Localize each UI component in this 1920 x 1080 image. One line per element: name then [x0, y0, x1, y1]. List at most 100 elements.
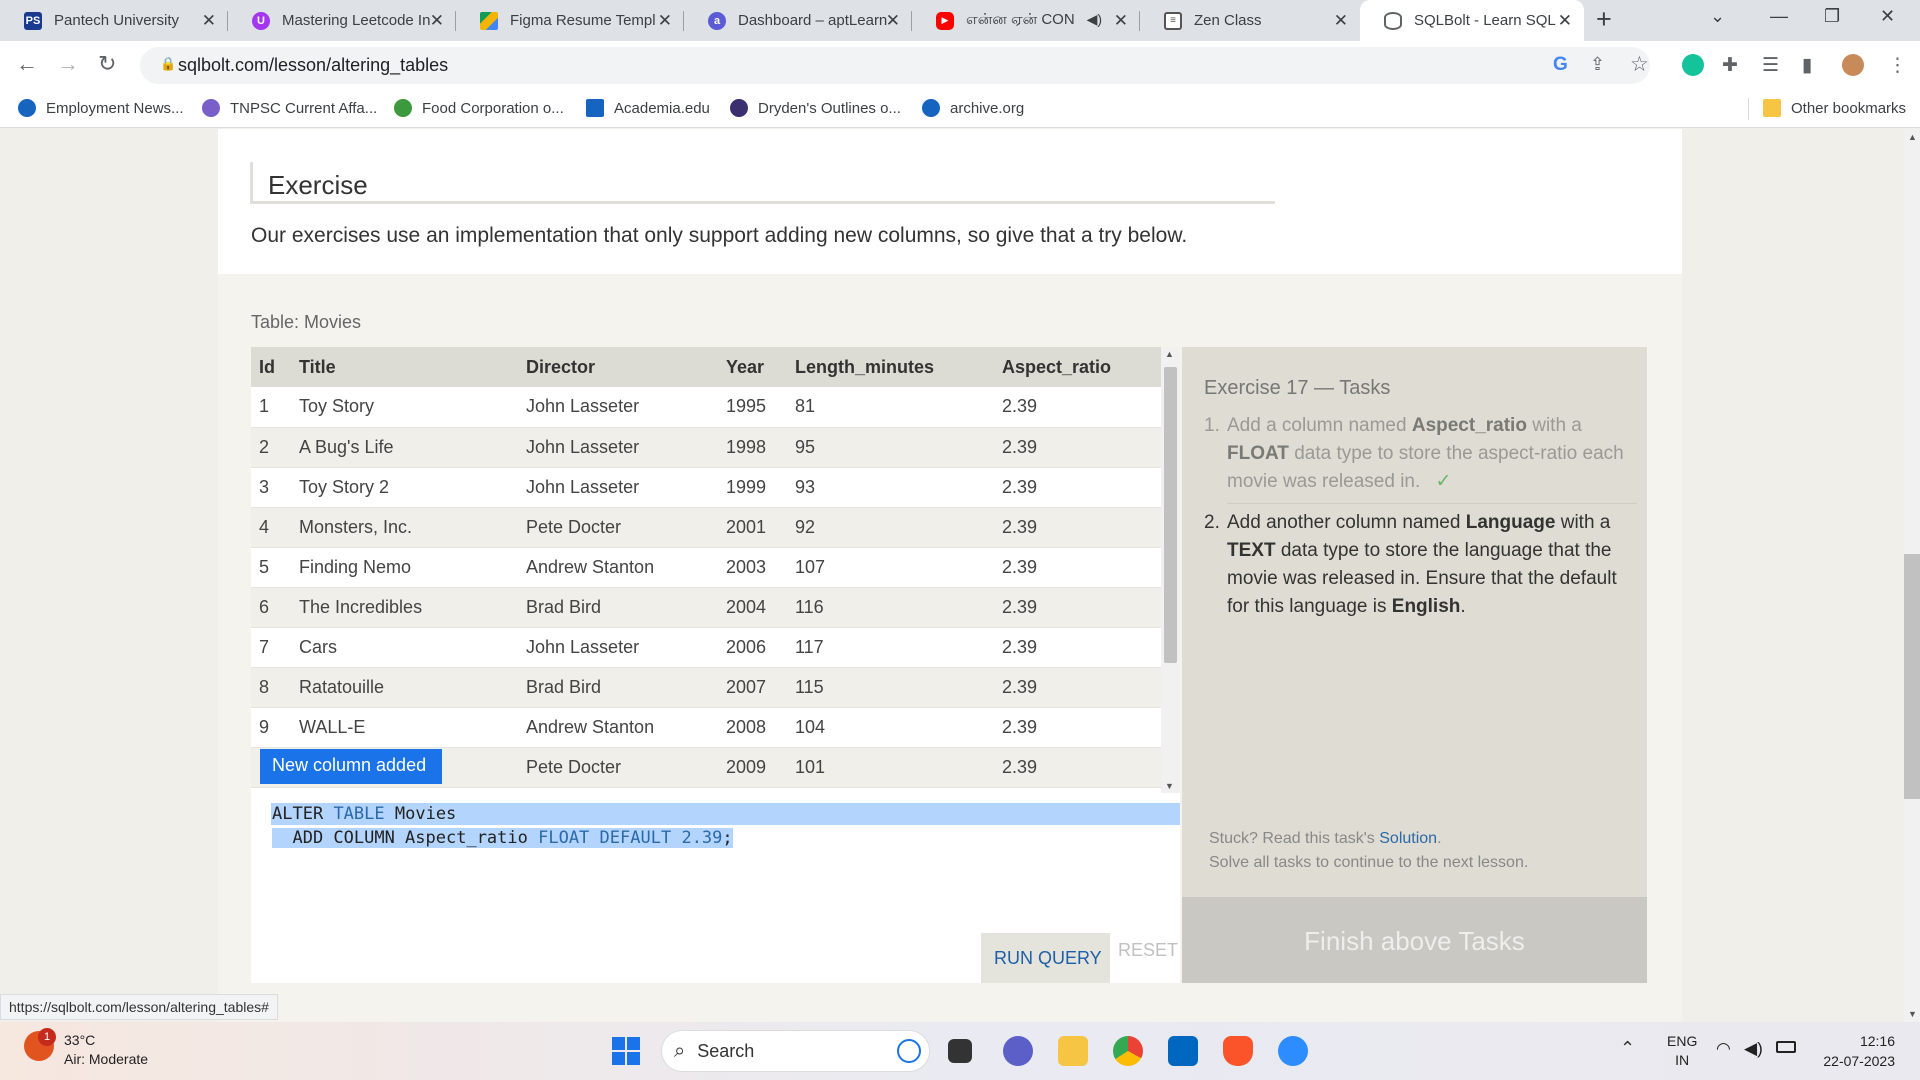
- menu-kebab-icon[interactable]: ⋮: [1888, 54, 1907, 77]
- bookmark-label: Employment News...: [46, 99, 184, 117]
- address-bar[interactable]: 🔒 sqlbolt.com/lesson/altering_tables G ⇪…: [140, 47, 1650, 84]
- teams-chat-icon[interactable]: [1003, 1036, 1033, 1066]
- cell-id: 7: [251, 627, 291, 668]
- cell-aspect-ratio: 2.39: [994, 427, 1161, 468]
- tab-zen-class[interactable]: ≡ Zen Class ✕: [1140, 0, 1360, 41]
- task-item-2: 2. Add another column named Language wit…: [1204, 509, 1634, 621]
- reading-list-icon[interactable]: ☰: [1762, 54, 1779, 77]
- task-bold: English: [1391, 596, 1461, 617]
- task-item-1: 1. Add a column named Aspect_ratio with …: [1204, 412, 1634, 496]
- scroll-down-arrow-icon[interactable]: ▼: [1908, 1009, 1917, 1019]
- cell-director: Andrew Stanton: [518, 547, 718, 588]
- code-text: ;: [722, 828, 733, 848]
- chevron-up-icon[interactable]: ⌃: [1620, 1038, 1635, 1059]
- cell-year: 2008: [718, 707, 787, 748]
- scroll-down-arrow-icon[interactable]: ▼: [1165, 781, 1174, 791]
- cell-aspect-ratio: 2.39: [994, 467, 1161, 508]
- folder-icon: [1763, 99, 1781, 117]
- new-tab-button[interactable]: +: [1596, 4, 1612, 35]
- reload-icon[interactable]: ↻: [98, 51, 116, 77]
- close-icon[interactable]: ✕: [658, 11, 672, 31]
- taskbar-search[interactable]: ⌕ Search: [661, 1030, 930, 1072]
- exercise-heading: Exercise: [250, 162, 1275, 204]
- cell-title: Toy Story: [291, 387, 518, 428]
- exercise-intro: Our exercises use an implementation that…: [251, 224, 1188, 247]
- time: 12:16: [1859, 1033, 1895, 1049]
- page-scrollbar-thumb[interactable]: [1904, 554, 1920, 799]
- close-icon[interactable]: ✕: [202, 11, 216, 31]
- checkmark-icon: ✓: [1435, 471, 1452, 492]
- tab-search-chevron-icon[interactable]: ⌄: [1710, 6, 1725, 27]
- brave-icon[interactable]: [1223, 1036, 1253, 1066]
- cell-year: 2003: [718, 547, 787, 588]
- share-icon[interactable]: ⇪: [1590, 54, 1605, 75]
- other-bookmarks[interactable]: Other bookmarks: [1763, 99, 1906, 117]
- back-arrow-icon[interactable]: ←: [16, 51, 38, 77]
- tnpsc-icon: [202, 99, 220, 117]
- close-icon[interactable]: ✕: [1114, 11, 1128, 31]
- finish-tasks-button[interactable]: Finish above Tasks: [1182, 897, 1647, 983]
- extensions-icon[interactable]: ✚: [1722, 54, 1738, 77]
- url-text[interactable]: sqlbolt.com/lesson/altering_tables: [178, 55, 448, 76]
- zoom-icon[interactable]: [1278, 1036, 1308, 1066]
- close-icon[interactable]: ✕: [886, 11, 900, 31]
- bookmark-star-icon[interactable]: ☆: [1630, 52, 1649, 77]
- code-line-1[interactable]: ALTER TABLE Movies: [272, 804, 456, 824]
- battery-icon[interactable]: [1776, 1041, 1796, 1053]
- table-scrollbar-thumb[interactable]: [1164, 367, 1177, 663]
- bookmark-label: Dryden's Outlines o...: [758, 99, 901, 117]
- lock-icon[interactable]: 🔒: [160, 56, 176, 72]
- profile-avatar[interactable]: [1842, 54, 1864, 76]
- bookmark-tnpsc[interactable]: TNPSC Current Affa...: [202, 99, 377, 117]
- tab-label: Mastering Leetcode In: [282, 12, 431, 29]
- bookmark-academia[interactable]: Academia.edu: [586, 99, 710, 117]
- bookmark-food-corporation[interactable]: Food Corporation o...: [394, 99, 564, 117]
- cell-year: 2009: [718, 747, 787, 788]
- tab-udemy[interactable]: U Mastering Leetcode In ✕: [228, 0, 456, 41]
- file-explorer-icon[interactable]: [1058, 1036, 1088, 1066]
- bookmark-drydens[interactable]: Dryden's Outlines o...: [730, 99, 901, 117]
- solution-link[interactable]: Solution: [1379, 830, 1437, 847]
- tab-youtube[interactable]: ▶ என்ன ஏன் CON ◀) ✕: [912, 0, 1140, 41]
- scroll-up-arrow-icon[interactable]: ▲: [1165, 349, 1174, 359]
- windows-start-button[interactable]: [612, 1037, 640, 1065]
- cell-year: 2007: [718, 667, 787, 708]
- task-view-icon[interactable]: [948, 1039, 972, 1063]
- cell-id: 8: [251, 667, 291, 708]
- close-icon[interactable]: ✕: [430, 11, 444, 31]
- bookmark-employment-news[interactable]: Employment News...: [18, 99, 184, 117]
- system-clock[interactable]: 12:16 22-07-2023: [1810, 1031, 1895, 1071]
- volume-icon[interactable]: ◀): [1744, 1039, 1763, 1059]
- page-viewport: Exercise Our exercises use an implementa…: [0, 129, 1904, 1022]
- tab-sqlbolt[interactable]: SQLBolt - Learn SQL - ✕: [1360, 0, 1584, 41]
- code-line-2[interactable]: ADD COLUMN Aspect_ratio FLOAT DEFAULT 2.…: [272, 828, 733, 848]
- minimize-button[interactable]: —: [1770, 6, 1788, 27]
- close-icon[interactable]: ✕: [1334, 11, 1348, 31]
- grammarly-icon[interactable]: [1682, 54, 1704, 76]
- microsoft-store-icon[interactable]: [1168, 1036, 1198, 1066]
- tab-pantech[interactable]: PS Pantech University ✕: [0, 0, 228, 41]
- bookmark-archive-org[interactable]: archive.org: [922, 99, 1024, 117]
- reset-button[interactable]: RESET: [1118, 940, 1178, 961]
- run-query-button[interactable]: RUN QUERY: [981, 933, 1110, 983]
- bing-icon[interactable]: [897, 1039, 921, 1063]
- forward-arrow-icon[interactable]: →: [57, 51, 79, 77]
- wifi-icon[interactable]: ◠: [1716, 1039, 1731, 1059]
- cell-length: 92: [787, 507, 994, 548]
- tab-aptlearn[interactable]: a Dashboard – aptLearn ✕: [684, 0, 912, 41]
- tab-figma[interactable]: Figma Resume Templ ✕: [456, 0, 684, 41]
- close-window-button[interactable]: ✕: [1880, 6, 1895, 27]
- youtube-icon: ▶: [936, 11, 954, 30]
- google-lens-icon[interactable]: G: [1553, 54, 1568, 76]
- cell-director: Pete Docter: [518, 747, 718, 788]
- close-icon[interactable]: ✕: [1558, 11, 1572, 31]
- weather-icon: 1: [24, 1028, 56, 1061]
- side-panel-icon[interactable]: ▮: [1802, 54, 1812, 77]
- cell-id: 1: [251, 387, 291, 428]
- chrome-icon[interactable]: [1113, 1036, 1143, 1066]
- language-indicator[interactable]: ENG IN: [1667, 1032, 1697, 1070]
- scroll-up-arrow-icon[interactable]: ▲: [1908, 132, 1917, 142]
- restore-button[interactable]: ❐: [1824, 6, 1840, 27]
- weather-widget[interactable]: 1 33°C Air: Moderate: [24, 1028, 148, 1069]
- speaker-icon[interactable]: ◀): [1087, 11, 1102, 28]
